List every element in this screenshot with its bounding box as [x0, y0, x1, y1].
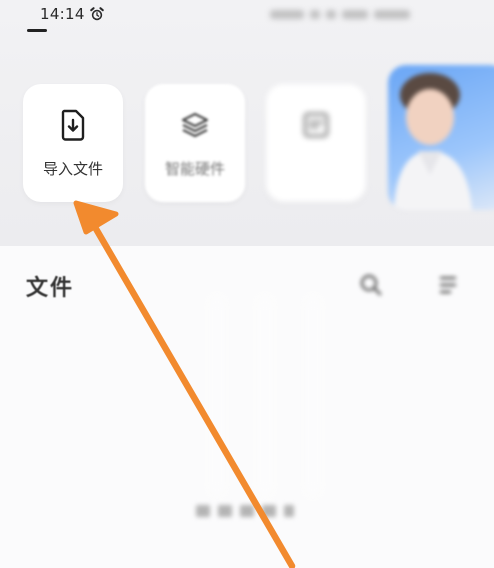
- status-time: 14:14: [40, 5, 85, 23]
- files-title: 文件: [26, 276, 75, 301]
- status-bar: 14:14: [0, 0, 494, 34]
- gesture-indicator: [27, 29, 47, 32]
- empty-state-text: [190, 500, 300, 524]
- file-import-icon: [61, 109, 85, 141]
- smart-hardware-button[interactable]: 智能硬件: [145, 84, 245, 202]
- blurred-text-placeholder: [196, 505, 294, 517]
- smart-hardware-label: 智能硬件: [164, 160, 225, 178]
- layers-icon: [181, 112, 209, 138]
- scan-icon: [303, 112, 329, 138]
- search-icon[interactable]: [358, 272, 384, 298]
- scan-button[interactable]: [266, 84, 366, 202]
- empty-illustration: [210, 296, 320, 496]
- alarm-clock-icon: [90, 7, 104, 21]
- promo-banner[interactable]: [388, 65, 494, 210]
- import-file-button[interactable]: 导入文件: [23, 84, 123, 202]
- status-icons: [270, 4, 420, 20]
- more-icon[interactable]: [436, 272, 460, 298]
- import-file-label: 导入文件: [42, 160, 103, 178]
- promo-person-image: [394, 73, 472, 210]
